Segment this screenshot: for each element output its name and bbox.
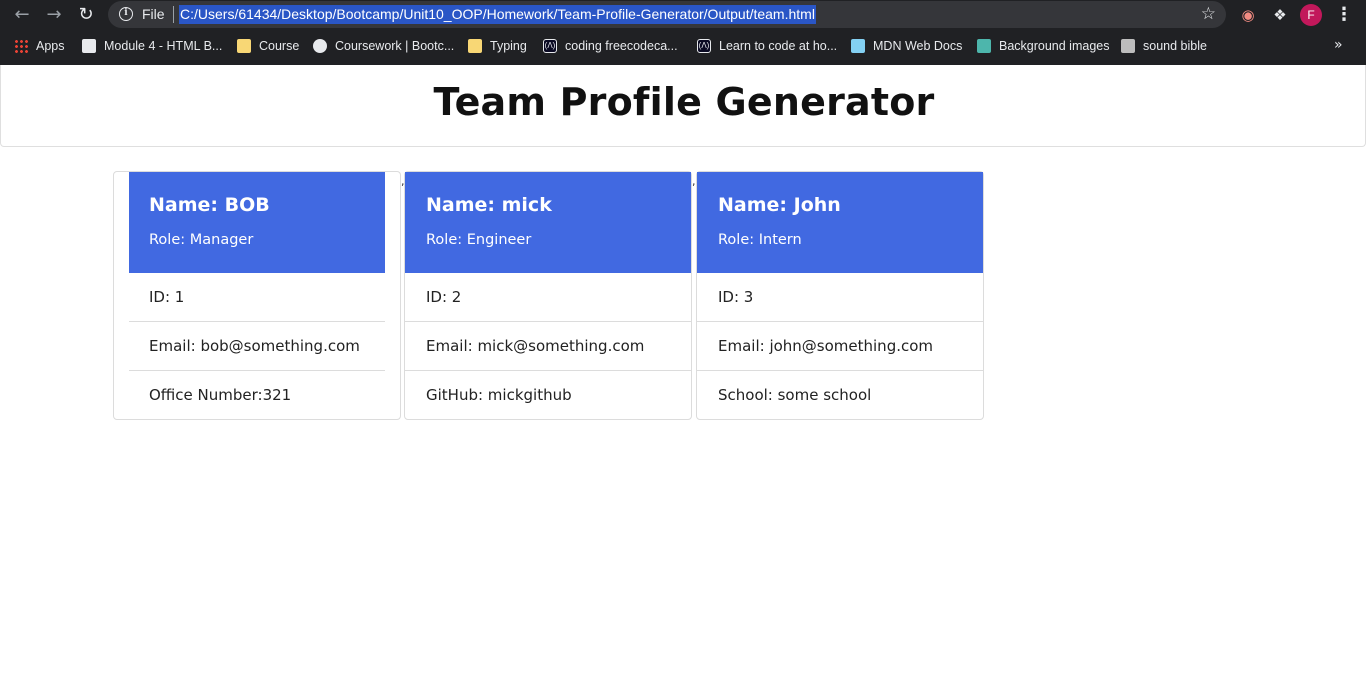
card-header: Name: mick Role: Engineer [405,172,691,273]
employee-github: GitHub: mickgithub [426,386,572,404]
more-bookmarks-icon[interactable]: » [1334,37,1343,53]
employee-email: Email: mick@something.com [405,322,691,371]
bookmark-label: Coursework | Bootc... [335,39,455,53]
globe-icon [313,39,327,53]
bookmark-coursework[interactable]: Coursework | Bootc... [313,37,454,55]
bookmark-module-4[interactable]: Module 4 - HTML B... [82,37,222,55]
employee-role: Role: Intern [718,232,802,248]
employee-school: School: some school [718,386,872,404]
employee-id: ID: 3 [697,273,983,322]
bookmark-course[interactable]: Course [237,37,299,55]
employee-card: Name: mick Role: Engineer ID: 2 Email: m… [404,171,692,420]
freecodecamp-icon: (Λ) [697,39,711,53]
bookmark-label: Learn to code at ho... [719,39,838,53]
address-bar[interactable]: i File C:/Users/61434/Desktop/Bootcamp/U… [108,1,1226,28]
file-scheme-label: File [142,6,165,22]
employee-name: Name: John [718,194,841,216]
employee-name: Name: BOB [149,194,270,216]
bookmark-freecodecamp[interactable]: (Λ) coding freecodeca... [543,37,678,55]
bookmark-apps[interactable]: Apps [14,37,65,55]
browser-toolbar: ← → ↻ i File C:/Users/61434/Desktop/Boot… [0,0,1366,30]
employee-email: Email: john@something.com [697,322,983,371]
sound-bible-icon [1121,39,1135,53]
bookmark-label: Course [259,39,300,53]
folder-icon [237,39,251,53]
bookmark-learn-to-code[interactable]: (Λ) Learn to code at ho... [697,37,837,55]
bookmark-mdn[interactable]: MDN Web Docs [851,37,962,55]
employee-card: Name: BOB Role: Manager ID: 1 Email: bob… [113,171,401,420]
bookmark-label: Apps [36,39,65,53]
separator-text: , [692,175,696,188]
employee-name: Name: mick [426,194,552,216]
extensions-puzzle-icon[interactable]: ❖ [1269,4,1291,26]
mdn-icon [851,39,865,53]
back-arrow-icon[interactable]: ← [10,3,34,27]
forward-arrow-icon[interactable]: → [42,3,66,27]
browser-menu-icon[interactable]: ⋮ [1334,4,1354,26]
profile-avatar[interactable]: F [1300,4,1322,26]
book-icon [82,39,96,53]
card-header: Name: BOB Role: Manager [129,172,385,273]
employee-office-number: Office Number:321 [149,386,292,404]
employee-id: ID: 2 [405,273,691,322]
employee-id: ID: 1 [129,273,385,322]
screen-recorder-extension-icon[interactable]: ◉ [1237,4,1259,26]
apps-grid-icon [14,39,28,53]
freecodecamp-icon: (Λ) [543,39,557,53]
bookmarks-bar: Apps Module 4 - HTML B... Course Coursew… [0,33,1366,59]
employee-card: Name: John Role: Intern ID: 3 Email: joh… [696,171,984,420]
page-title: Team Profile Generator [433,80,935,124]
card-header: Name: John Role: Intern [697,172,983,273]
page-header: Team Profile Generator [0,65,1366,147]
url-text[interactable]: C:/Users/61434/Desktop/Bootcamp/Unit10_O… [179,5,816,24]
employee-role: Role: Engineer [426,232,532,248]
bookmark-label: sound bible [1143,39,1207,53]
bookmark-label: Typing [490,39,527,53]
employee-role: Role: Manager [149,232,254,248]
info-icon[interactable]: i [119,7,133,21]
bookmark-background-images[interactable]: Background images [977,37,1109,55]
browser-chrome: ← → ↻ i File C:/Users/61434/Desktop/Boot… [0,0,1366,65]
background-images-icon [977,39,991,53]
bookmark-label: coding freecodeca... [565,39,678,53]
bookmark-label: Module 4 - HTML B... [104,39,223,53]
reload-icon[interactable]: ↻ [74,3,98,27]
employee-email: Email: bob@something.com [129,322,385,371]
page-content: Team Profile Generator Name: BOB Role: M… [0,65,1366,685]
bookmark-sound-bible[interactable]: sound bible [1121,37,1207,55]
bookmark-label: Background images [999,39,1110,53]
bookmark-star-icon[interactable]: ☆ [1201,4,1216,24]
bookmark-label: MDN Web Docs [873,39,963,53]
bookmark-typing[interactable]: Typing [468,37,527,55]
address-divider [173,6,174,23]
folder-icon [468,39,482,53]
